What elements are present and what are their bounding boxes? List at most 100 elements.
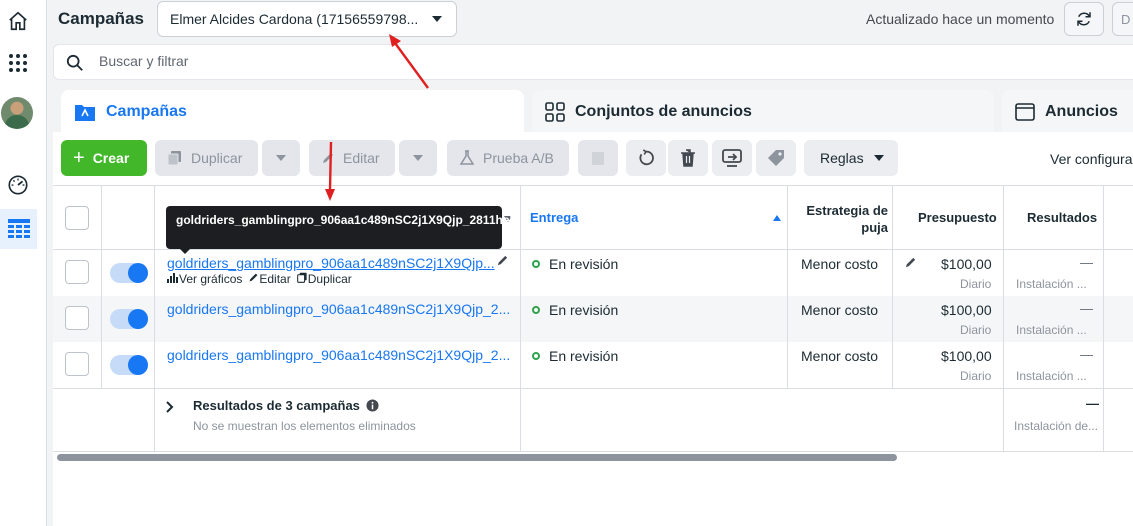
- account-name: Elmer Alcides Cardona (17156559798...: [170, 11, 419, 27]
- status-dot-icon: [532, 260, 540, 268]
- campaign-name-link[interactable]: goldriders_gamblingpro_906aa1c489nSC2j1X…: [167, 347, 510, 363]
- column-divider: [520, 186, 521, 452]
- refresh-icon: [1077, 12, 1091, 26]
- bid-strategy-cell: Menor costo: [801, 302, 879, 318]
- export-icon: [722, 149, 742, 167]
- table-row[interactable]: goldriders_gamblingpro_906aa1c489nSC2j1X…: [53, 296, 1133, 342]
- row-actions: Ver gráficos Editar Duplicar: [167, 272, 352, 286]
- edit-dropdown[interactable]: [399, 140, 437, 176]
- duplicate-dropdown[interactable]: [262, 140, 300, 176]
- column-divider: [154, 186, 155, 452]
- apps-grid-icon[interactable]: [0, 45, 36, 81]
- campaign-toggle[interactable]: [110, 309, 148, 329]
- undo-icon: [639, 149, 654, 166]
- page-title: Campañas: [58, 9, 144, 28]
- flask-icon: [459, 150, 475, 166]
- duplicate-link[interactable]: Duplicar: [296, 272, 352, 286]
- edit-link[interactable]: Editar: [248, 272, 291, 286]
- create-label: Crear: [92, 150, 130, 166]
- campaign-name-tooltip: goldriders_gamblingpro_906aa1c489nSC2j1X…: [166, 206, 520, 254]
- header-delivery[interactable]: Entrega: [530, 210, 578, 225]
- clipboard-icon: [592, 152, 604, 165]
- result-type: Instalación ...: [1016, 369, 1087, 383]
- gauge-icon[interactable]: [0, 167, 36, 203]
- header-bid-strategy[interactable]: Estrategia de puja: [793, 202, 888, 236]
- row-checkbox[interactable]: [65, 352, 89, 376]
- pencil-icon[interactable]: [496, 254, 509, 267]
- pencil-icon: [321, 151, 335, 165]
- refresh-button[interactable]: [1064, 2, 1104, 36]
- summary-row: Resultados de 3 campañas No se muestran …: [53, 388, 1133, 452]
- duplicate-icon: [296, 272, 307, 283]
- campaign-toggle[interactable]: [110, 263, 148, 283]
- summary-result-type: Instalación de...: [1014, 419, 1099, 433]
- discard-button[interactable]: D: [1112, 2, 1133, 36]
- column-divider: [892, 186, 893, 388]
- table-row[interactable]: goldriders_gamblingpro_906aa1c489nSC2j1X…: [53, 250, 1133, 296]
- column-divider: [787, 186, 788, 388]
- chevron-down-icon: [873, 155, 884, 161]
- table-row[interactable]: goldriders_gamblingpro_906aa1c489nSC2j1X…: [53, 342, 1133, 388]
- left-rail: [0, 0, 47, 526]
- pencil-icon: [249, 273, 258, 282]
- horizontal-scrollbar[interactable]: [57, 454, 897, 461]
- column-divider: [101, 186, 102, 388]
- summary-title: Resultados de 3 campañas: [193, 398, 360, 413]
- rules-button[interactable]: Reglas: [804, 140, 898, 176]
- ad-window-icon: [1015, 102, 1035, 122]
- view-config-link[interactable]: Ver configura: [1050, 151, 1133, 167]
- duplicate-icon: [167, 150, 183, 166]
- row-checkbox[interactable]: [65, 306, 89, 330]
- delete-disabled-button[interactable]: [578, 140, 618, 176]
- campaign-toggle[interactable]: [110, 355, 148, 375]
- pencil-icon[interactable]: [904, 256, 917, 269]
- chevron-down-icon: [413, 155, 423, 161]
- search-input[interactable]: [99, 53, 699, 69]
- bid-strategy-cell: Menor costo: [801, 348, 879, 364]
- status-dot-icon: [532, 352, 540, 360]
- view-charts-link[interactable]: Ver gráficos: [167, 272, 242, 286]
- restore-button[interactable]: [626, 140, 666, 176]
- row-checkbox[interactable]: [65, 260, 89, 284]
- bar-chart-icon: [167, 273, 178, 283]
- result-cell: —: [1080, 301, 1093, 316]
- search-icon: [66, 54, 83, 71]
- delete-button[interactable]: [668, 140, 708, 176]
- campaign-name-link[interactable]: goldriders_gamblingpro_906aa1c489nSC2j1X…: [167, 301, 510, 317]
- tag-button[interactable]: [756, 140, 796, 176]
- result-cell: —: [1080, 255, 1093, 270]
- delivery-status: En revisión: [532, 302, 618, 318]
- home-icon[interactable]: [0, 3, 36, 39]
- budget-type: Diario: [960, 323, 992, 337]
- bid-strategy-cell: Menor costo: [801, 256, 879, 272]
- search-bar: [53, 44, 1133, 80]
- rules-label: Reglas: [820, 150, 864, 166]
- edit-label: Editar: [343, 150, 380, 166]
- ads-manager: Campañas Elmer Alcides Cardona (17156559…: [0, 0, 1133, 526]
- edit-button[interactable]: Editar: [309, 140, 395, 176]
- campaign-name-link[interactable]: goldriders_gamblingpro_906aa1c489nSC2j1X…: [167, 255, 495, 271]
- header-budget[interactable]: Presupuesto: [918, 210, 997, 225]
- export-button[interactable]: [712, 140, 752, 176]
- create-button[interactable]: + Crear: [61, 140, 147, 176]
- result-type: Instalación ...: [1016, 323, 1087, 337]
- delivery-status: En revisión: [532, 256, 618, 272]
- budget-type: Diario: [960, 369, 992, 383]
- column-divider: [1003, 186, 1004, 452]
- chevron-right-icon[interactable]: [165, 401, 175, 413]
- tab-ad-sets[interactable]: Conjuntos de anuncios: [532, 90, 994, 134]
- info-icon[interactable]: [366, 399, 379, 412]
- table-view-icon[interactable]: [0, 209, 37, 249]
- select-all-checkbox[interactable]: [65, 206, 89, 230]
- header-results[interactable]: Resultados: [1027, 210, 1097, 225]
- tab-ads[interactable]: Anuncios: [1002, 90, 1133, 134]
- last-updated: Actualizado hace un momento: [866, 11, 1055, 27]
- delivery-status: En revisión: [532, 348, 618, 364]
- chevron-down-icon: [432, 16, 442, 22]
- account-selector[interactable]: Elmer Alcides Cardona (17156559798...: [157, 1, 457, 37]
- ab-test-button[interactable]: Prueba A/B: [447, 140, 569, 176]
- avatar[interactable]: [1, 97, 33, 129]
- duplicate-button[interactable]: Duplicar: [155, 140, 258, 176]
- tab-label: Anuncios: [1045, 103, 1118, 120]
- tab-campaigns[interactable]: Campañas: [61, 90, 524, 134]
